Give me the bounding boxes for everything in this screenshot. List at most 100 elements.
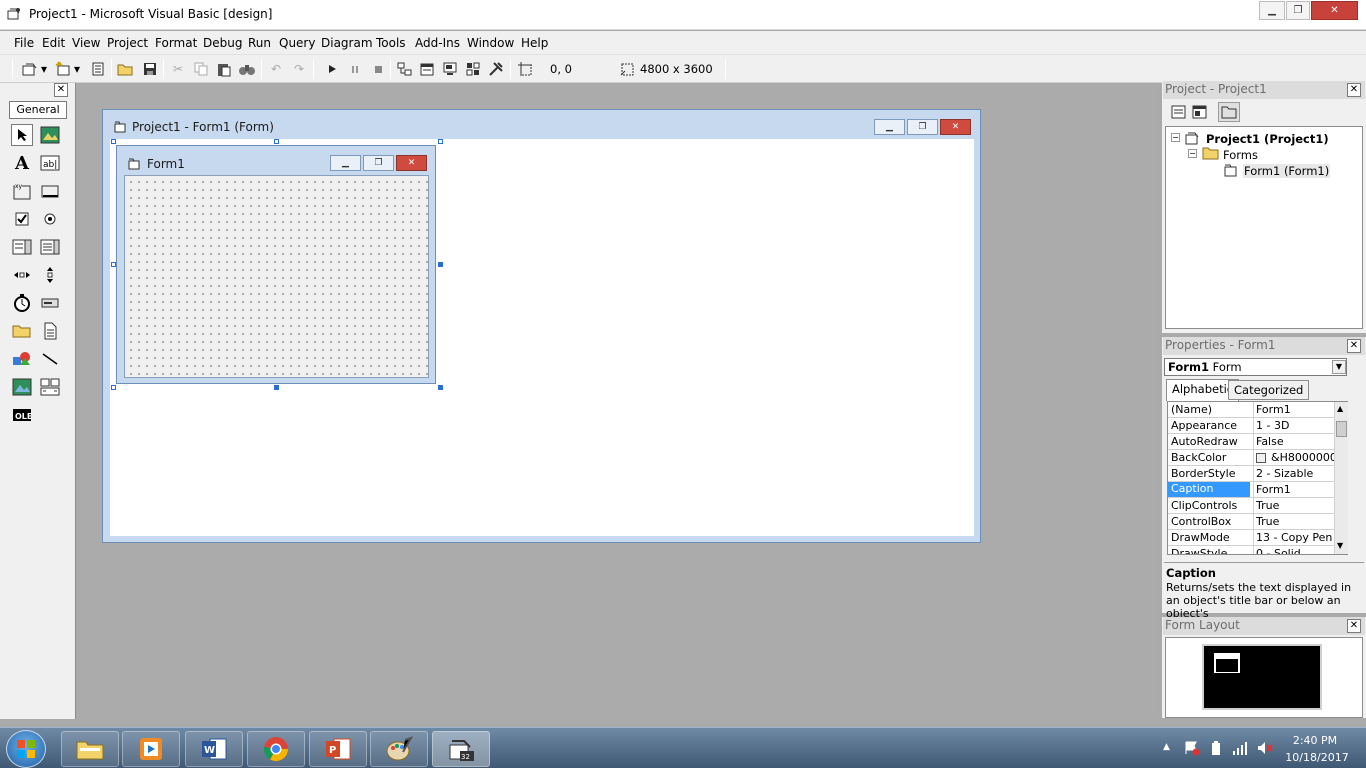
scroll-thumb[interactable] [1336, 421, 1347, 437]
project-explorer-icon[interactable] [395, 59, 415, 79]
add-project-dropdown-icon[interactable]: ▾ [38, 59, 50, 79]
tree-form1-item[interactable]: Form1 (Form1) [1243, 164, 1331, 178]
property-row[interactable]: ClipControls True [1168, 498, 1335, 514]
property-row-selected[interactable]: Caption Form1 [1168, 482, 1335, 498]
taskbar-word[interactable]: W [185, 731, 243, 767]
listbox-tool-icon[interactable] [39, 236, 61, 258]
tree-project-root[interactable]: Project1 (Project1) [1206, 132, 1329, 146]
checkbox-tool-icon[interactable] [11, 208, 33, 230]
taskbar-visual-basic[interactable]: 32 [432, 731, 490, 767]
object-selector[interactable]: Form1 Form [1164, 358, 1347, 376]
hscrollbar-tool-icon[interactable] [11, 264, 33, 286]
drivelistbox-tool-icon[interactable] [39, 292, 61, 314]
menu-diagram[interactable]: Diagram [321, 36, 373, 50]
paste-icon[interactable] [214, 59, 234, 79]
menu-project[interactable]: Project [107, 36, 148, 50]
property-row[interactable]: DrawMode 13 - Copy Pen [1168, 530, 1335, 546]
taskbar-paint[interactable] [370, 731, 428, 767]
tree-collapse-forms[interactable]: − [1188, 149, 1197, 158]
resize-handle-se[interactable] [438, 385, 443, 390]
menu-tools[interactable]: Tools [376, 36, 406, 50]
start-button[interactable] [6, 730, 46, 768]
save-project-icon[interactable] [140, 59, 160, 79]
action-center-icon[interactable] [1184, 740, 1200, 759]
add-project-icon[interactable] [20, 59, 40, 79]
designer-minimize-button[interactable]: ▁ [874, 119, 905, 135]
timer-tool-icon[interactable] [11, 292, 33, 314]
view-object-icon[interactable] [1191, 103, 1209, 121]
taskbar-powerpoint[interactable]: P [309, 731, 367, 767]
menu-view[interactable]: View [72, 36, 100, 50]
toggle-folders-icon[interactable] [1218, 102, 1240, 122]
image-tool-icon[interactable] [11, 376, 33, 398]
menu-debug[interactable]: Debug [203, 36, 242, 50]
form1-window[interactable]: Form1 ▁ ❐ ✕ [116, 145, 436, 384]
toolbox-icon[interactable] [486, 59, 506, 79]
taskbar-chrome[interactable] [247, 731, 305, 767]
combobox-tool-icon[interactable] [11, 236, 33, 258]
property-row[interactable]: DrawStyle 0 - Solid [1168, 546, 1335, 554]
start-icon[interactable] [322, 59, 342, 79]
taskbar-explorer[interactable] [61, 731, 119, 767]
frame-tool-icon[interactable]: xy [11, 180, 33, 202]
add-form-icon[interactable] [53, 59, 73, 79]
properties-window-icon[interactable] [417, 59, 437, 79]
taskbar-media-player[interactable] [122, 731, 180, 767]
menu-editor-icon[interactable] [88, 59, 108, 79]
form-layout-close-button[interactable]: ✕ [1347, 619, 1361, 633]
optionbutton-tool-icon[interactable] [39, 208, 61, 230]
clock-time[interactable]: 2:40 PM [1284, 734, 1346, 747]
property-row[interactable]: BorderStyle 2 - Sizable [1168, 466, 1335, 482]
data-tool-icon[interactable] [39, 376, 61, 398]
label-tool-icon[interactable]: A [11, 152, 33, 174]
property-row[interactable]: Appearance 1 - 3D [1168, 418, 1335, 434]
scroll-down-icon[interactable]: ▼ [1337, 541, 1343, 550]
designer-maximize-button[interactable]: ❐ [907, 119, 938, 135]
close-button[interactable]: ✕ [1311, 1, 1358, 20]
power-icon[interactable] [1209, 740, 1223, 759]
clock-date[interactable]: 10/18/2017 [1284, 751, 1350, 764]
menu-help[interactable]: Help [521, 36, 548, 50]
shape-tool-icon[interactable] [11, 348, 33, 370]
vscrollbar-tool-icon[interactable] [39, 264, 61, 286]
resize-handle-s[interactable] [274, 385, 279, 390]
project-explorer-close-button[interactable]: ✕ [1347, 83, 1361, 97]
textbox-tool-icon[interactable]: ab| [39, 152, 61, 174]
menu-query[interactable]: Query [279, 36, 315, 50]
properties-close-button[interactable]: ✕ [1347, 339, 1361, 353]
commandbutton-tool-icon[interactable] [39, 180, 61, 202]
find-icon[interactable] [237, 59, 257, 79]
pointer-tool-icon[interactable] [11, 124, 33, 146]
filelistbox-tool-icon[interactable] [39, 320, 61, 342]
form-position-preview[interactable] [1214, 653, 1240, 673]
open-project-icon[interactable] [116, 59, 136, 79]
dirlistbox-tool-icon[interactable] [11, 320, 33, 342]
restore-button[interactable]: ❐ [1286, 1, 1310, 20]
menu-edit[interactable]: Edit [42, 36, 65, 50]
minimize-button[interactable]: ▁ [1259, 1, 1285, 20]
toolbox-close-button[interactable]: ✕ [54, 83, 68, 97]
menu-file[interactable]: File [14, 36, 34, 50]
view-code-icon[interactable] [1170, 103, 1188, 121]
object-browser-icon[interactable] [463, 59, 483, 79]
property-row[interactable]: BackColor &H8000000F [1168, 450, 1343, 466]
add-form-dropdown-icon[interactable]: ▾ [71, 59, 83, 79]
tree-forms-folder[interactable]: Forms [1223, 148, 1258, 162]
object-selector-dropdown-icon[interactable]: ▼ [1332, 360, 1346, 374]
show-hidden-icons[interactable]: ▲ [1163, 742, 1170, 752]
property-row[interactable]: (Name) Form1 [1168, 402, 1335, 418]
line-tool-icon[interactable] [39, 348, 61, 370]
tab-categorized[interactable]: Categorized [1228, 380, 1310, 400]
resize-handle-e[interactable] [438, 262, 443, 267]
menu-add-ins[interactable]: Add-Ins [415, 36, 460, 50]
properties-scrollbar[interactable]: ▲ ▼ [1334, 402, 1348, 554]
ole-tool-icon[interactable]: OLE [11, 404, 33, 426]
designer-close-button[interactable]: ✕ [940, 119, 971, 135]
menu-run[interactable]: Run [248, 36, 271, 50]
toolbox-general-tab[interactable]: General [9, 101, 67, 119]
property-row[interactable]: AutoRedraw False [1168, 434, 1335, 450]
scroll-up-icon[interactable]: ▲ [1337, 404, 1343, 413]
menu-window[interactable]: Window [467, 36, 514, 50]
network-icon[interactable] [1232, 740, 1248, 759]
property-row[interactable]: ControlBox True [1168, 514, 1335, 530]
